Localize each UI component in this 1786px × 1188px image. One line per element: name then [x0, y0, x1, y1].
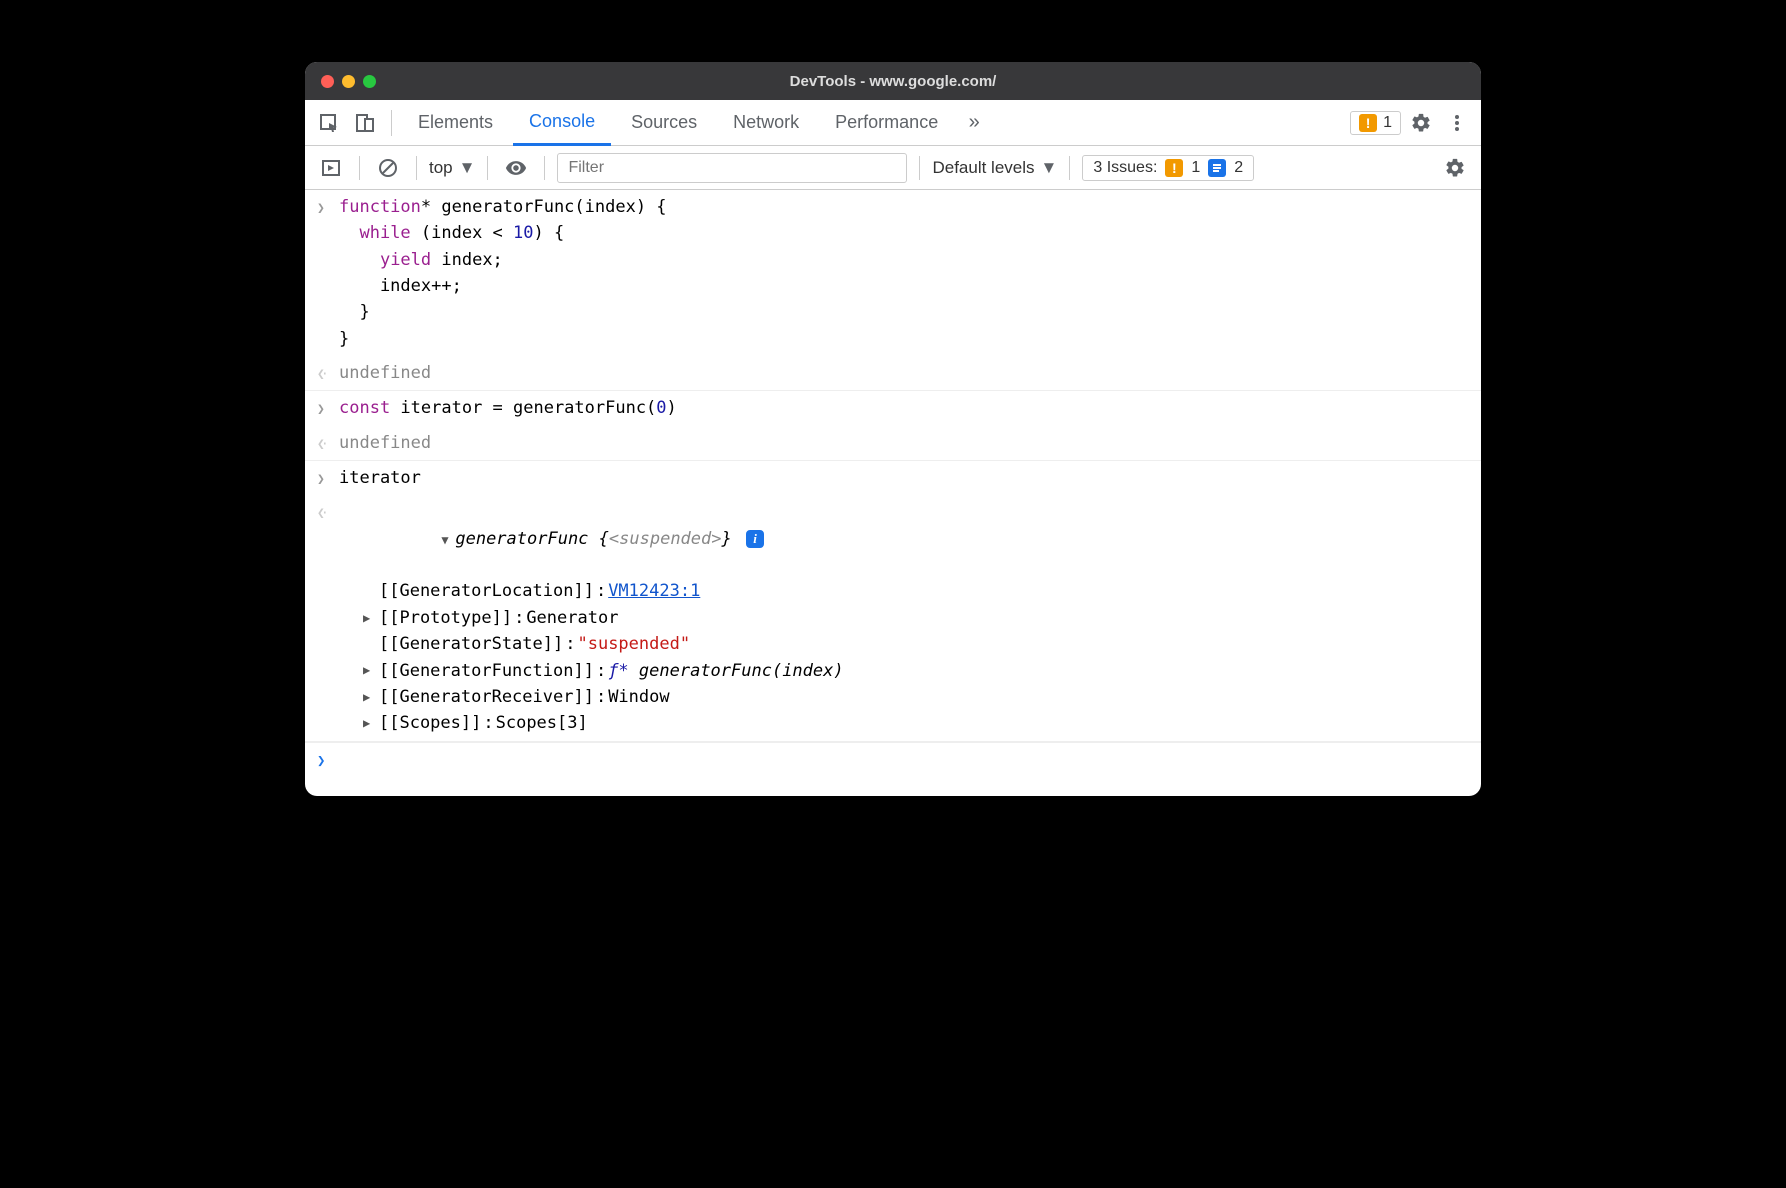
console-result: undefined: [339, 360, 1469, 386]
console-prompt-row[interactable]: [305, 742, 1481, 797]
traffic-lights: [321, 75, 376, 88]
tab-elements[interactable]: Elements: [402, 100, 509, 146]
input-caret-icon: [317, 395, 339, 421]
output-caret-icon: [317, 430, 339, 456]
sidebar-toggle-icon[interactable]: [315, 152, 347, 184]
property-value: "suspended": [577, 631, 690, 657]
tab-network[interactable]: Network: [717, 100, 815, 146]
context-label: top: [429, 158, 453, 178]
issues-info-count: 2: [1234, 159, 1243, 177]
separator: [1069, 156, 1070, 180]
devtools-tabbar: Elements Console Sources Network Perform…: [305, 100, 1481, 146]
property-row[interactable]: [[Prototype]]: Generator: [363, 605, 1469, 631]
filter-input[interactable]: [557, 153, 907, 183]
property-key: [[GeneratorFunction]]: [379, 658, 594, 684]
minimize-window-button[interactable]: [342, 75, 355, 88]
property-row[interactable]: [[GeneratorFunction]]: ƒ* generatorFunc(…: [363, 658, 1469, 684]
property-value: Window: [608, 684, 669, 710]
expand-triangle-icon[interactable]: [441, 531, 455, 550]
property-value: Generator: [526, 605, 618, 631]
property-value: Scopes[3]: [496, 710, 588, 736]
inspect-element-icon[interactable]: [313, 107, 345, 139]
console-input-row: function* generatorFunc(index) { while (…: [305, 190, 1481, 356]
info-badge-icon[interactable]: i: [746, 530, 764, 548]
separator: [391, 110, 392, 136]
separator: [359, 156, 360, 180]
kebab-menu-icon[interactable]: [1441, 107, 1473, 139]
levels-selector[interactable]: Default levels ▼: [932, 158, 1057, 178]
warning-icon: !: [1359, 114, 1377, 132]
expand-triangle-icon[interactable]: [363, 688, 377, 707]
prompt-caret-icon: [317, 751, 339, 773]
input-caret-icon: [317, 465, 339, 491]
tab-sources[interactable]: Sources: [615, 100, 713, 146]
property-row[interactable]: [[GeneratorLocation]]: VM12423:1: [363, 578, 1469, 604]
output-caret-icon: [317, 360, 339, 386]
console-code: function* generatorFunc(index) { while (…: [339, 194, 1469, 352]
console-code: iterator: [339, 465, 1469, 491]
dropdown-icon: ▼: [459, 158, 476, 178]
console-settings-icon[interactable]: [1439, 152, 1471, 184]
object-preview[interactable]: generatorFunc {<suspended>} i: [339, 499, 1469, 578]
separator: [487, 156, 488, 180]
separator: [919, 156, 920, 180]
tab-performance[interactable]: Performance: [819, 100, 954, 146]
console-output-row: undefined: [305, 356, 1481, 391]
separator: [416, 156, 417, 180]
live-expression-icon[interactable]: [500, 152, 532, 184]
console-code: const iterator = generatorFunc(0): [339, 395, 1469, 421]
function-signature: ƒ* generatorFunc(index): [608, 658, 843, 684]
window-titlebar: DevTools - www.google.com/: [305, 62, 1481, 100]
source-link[interactable]: VM12423:1: [608, 578, 700, 604]
warnings-badge[interactable]: ! 1: [1350, 111, 1401, 135]
settings-icon[interactable]: [1405, 107, 1437, 139]
context-selector[interactable]: top ▼: [429, 158, 475, 178]
console-toolbar: top ▼ Default levels ▼ 3 Issues: ! 1 2: [305, 146, 1481, 190]
expand-triangle-icon[interactable]: [363, 661, 377, 680]
issues-label: 3 Issues:: [1093, 159, 1157, 177]
property-key: [[Scopes]]: [379, 710, 481, 736]
window-title: DevTools - www.google.com/: [305, 73, 1481, 90]
separator: [544, 156, 545, 180]
console-input-row: const iterator = generatorFunc(0): [305, 391, 1481, 425]
object-state: <suspended>: [609, 529, 722, 549]
property-key: [[GeneratorState]]: [379, 631, 563, 657]
object-name: generatorFunc: [455, 529, 588, 549]
expand-triangle-icon[interactable]: [363, 609, 377, 628]
console-output-row: undefined: [305, 426, 1481, 461]
expand-triangle-icon[interactable]: [363, 714, 377, 733]
property-key: [[Prototype]]: [379, 605, 512, 631]
more-tabs-icon[interactable]: »: [958, 107, 990, 139]
console-result: undefined: [339, 430, 1469, 456]
clear-console-icon[interactable]: [372, 152, 404, 184]
device-toolbar-icon[interactable]: [349, 107, 381, 139]
console-body: function* generatorFunc(index) { while (…: [305, 190, 1481, 796]
close-window-button[interactable]: [321, 75, 334, 88]
console-output-row: generatorFunc {<suspended>} i [[Generato…: [305, 495, 1481, 741]
object-properties: [[GeneratorLocation]]: VM12423:1 [[Proto…: [317, 578, 1469, 736]
dropdown-icon: ▼: [1041, 158, 1058, 178]
property-row[interactable]: [[GeneratorState]]: "suspended": [363, 631, 1469, 657]
issues-button[interactable]: 3 Issues: ! 1 2: [1082, 155, 1254, 181]
console-input-row: iterator: [305, 461, 1481, 495]
levels-label: Default levels: [932, 158, 1034, 178]
tab-console[interactable]: Console: [513, 100, 611, 146]
property-key: [[GeneratorReceiver]]: [379, 684, 594, 710]
info-icon: [1208, 159, 1226, 177]
devtools-window: DevTools - www.google.com/ Elements Cons…: [305, 62, 1481, 796]
issues-warning-count: 1: [1191, 159, 1200, 177]
input-caret-icon: [317, 194, 339, 352]
maximize-window-button[interactable]: [363, 75, 376, 88]
property-key: [[GeneratorLocation]]: [379, 578, 594, 604]
output-caret-icon: [317, 499, 339, 578]
property-row[interactable]: [[GeneratorReceiver]]: Window: [363, 684, 1469, 710]
warning-count: 1: [1383, 114, 1392, 132]
warning-icon: !: [1165, 159, 1183, 177]
property-row[interactable]: [[Scopes]]: Scopes[3]: [363, 710, 1469, 736]
